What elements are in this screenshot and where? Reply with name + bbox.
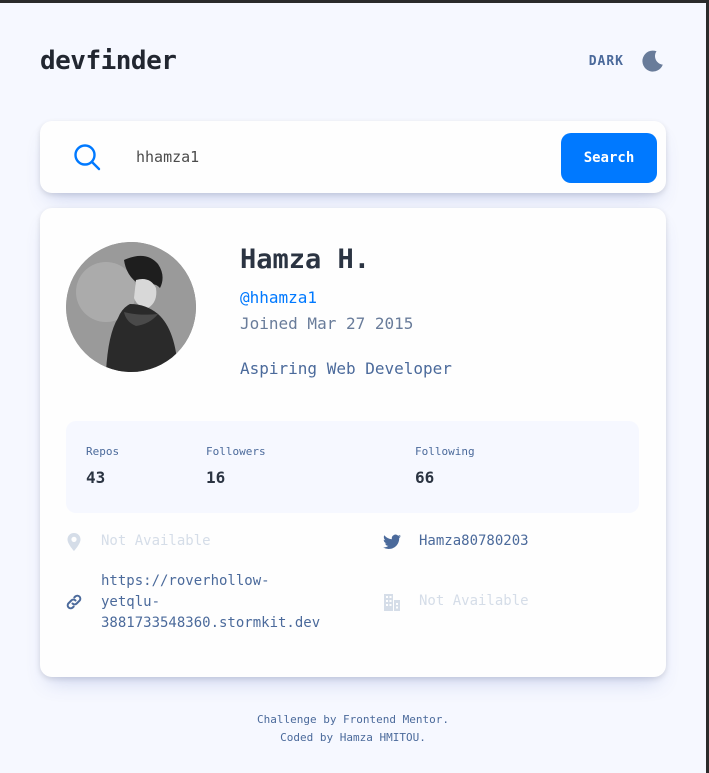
company-text: Not Available: [419, 593, 529, 609]
stat-following-value: 66: [415, 468, 435, 487]
stat-following: Following 66: [415, 445, 475, 487]
stat-repos: Repos 43: [86, 445, 119, 487]
link-icon: [66, 594, 82, 610]
profile-name: Hamza H.: [240, 244, 371, 275]
stat-followers-label: Followers: [206, 445, 266, 458]
blog-link-line2: yetqlu-: [101, 594, 161, 610]
location-text: Not Available: [101, 533, 211, 549]
stat-repos-value: 43: [86, 468, 106, 487]
stat-following-label: Following: [415, 445, 475, 458]
stat-repos-label: Repos: [86, 445, 120, 458]
blog-link-line3: 3881733548360.stormkit.dev: [101, 615, 321, 631]
footer-credit-line: Challenge by Frontend Mentor.: [256, 713, 450, 726]
profile-bio: Aspiring Web Developer: [240, 359, 452, 378]
footer: Challenge by Frontend Mentor. Coded by H…: [0, 711, 706, 747]
search-bar: Search: [40, 121, 666, 193]
moon-icon: [642, 50, 663, 72]
profile-login[interactable]: @hhamza1: [240, 288, 317, 307]
header: devfinder DARK: [40, 41, 666, 81]
stat-followers: Followers 16: [206, 445, 266, 487]
theme-toggle[interactable]: DARK: [589, 48, 666, 74]
blog-link[interactable]: https://roverhollow- yetqlu- 38817335483…: [101, 571, 320, 634]
company-icon: [384, 594, 400, 611]
twitter-handle-link[interactable]: Hamza80780203: [419, 531, 529, 552]
stats-panel: Repos 43 Followers 16 Following 66: [66, 421, 639, 513]
blog-link-line1: https://roverhollow-: [101, 573, 270, 589]
avatar: [66, 242, 196, 372]
search-icon: [74, 144, 101, 171]
search-input[interactable]: [136, 141, 536, 173]
avatar-illustration: [66, 242, 196, 372]
profile-card: Hamza H. @hhamza1 Joined Mar 27 2015 Asp…: [40, 208, 666, 677]
search-button[interactable]: Search: [561, 133, 657, 183]
theme-toggle-label: DARK: [588, 53, 624, 69]
app-logo: devfinder: [40, 46, 177, 76]
footer-author-line: Coded by Hamza HMITOU.: [280, 731, 426, 744]
location-icon: [67, 533, 81, 551]
stat-followers-value: 16: [206, 468, 226, 487]
profile-joined-date: Joined Mar 27 2015: [240, 314, 414, 333]
twitter-icon: [383, 534, 401, 550]
